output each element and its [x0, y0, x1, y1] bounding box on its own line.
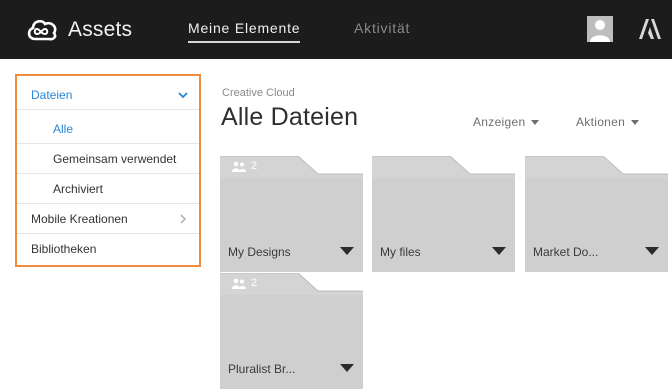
sidebar-item-mobile-kreationen[interactable]: Mobile Kreationen [17, 204, 199, 234]
anzeigen-button[interactable]: Anzeigen [473, 115, 540, 129]
folder-name[interactable]: My files [380, 245, 421, 259]
breadcrumb[interactable]: Creative Cloud [222, 87, 295, 99]
sidebar-item-label: Gemeinsam verwendet [53, 151, 177, 166]
folder-menu-icon[interactable] [340, 364, 354, 372]
folder-menu-icon[interactable] [645, 247, 659, 255]
folder-tab: 2 [220, 156, 363, 178]
sidebar-item-label: Alle [53, 121, 74, 136]
top-bar: Assets Meine Elemente Aktivität [0, 0, 672, 59]
shared-users-icon [232, 161, 246, 172]
folder-tab [525, 156, 668, 178]
anzeigen-label: Anzeigen [473, 115, 526, 129]
sidebar-item-label: Archiviert [53, 181, 104, 196]
app-title: Assets [68, 18, 133, 41]
folder-name[interactable]: Market Do... [533, 245, 598, 259]
tab-meine-elemente[interactable]: Meine Elemente [188, 20, 301, 43]
folder-menu-icon[interactable] [492, 247, 506, 255]
chevron-down-icon[interactable] [177, 90, 189, 100]
folder-name[interactable]: My Designs [228, 245, 291, 259]
sidebar-item-label: Dateien [31, 87, 73, 102]
shared-badge: 2 [232, 160, 257, 172]
sidebar-item-archiviert[interactable]: Archiviert [17, 174, 199, 204]
shared-badge: 2 [232, 277, 257, 289]
tab-aktivitaet[interactable]: Aktivität [354, 20, 410, 36]
aktionen-button[interactable]: Aktionen [576, 115, 640, 129]
sidebar-item-dateien[interactable]: Dateien [17, 80, 199, 110]
page-title: Alle Dateien [221, 103, 359, 131]
folder-body[interactable]: My files [372, 178, 515, 272]
sidebar-item-alle[interactable]: Alle [17, 114, 199, 144]
sidebar-nav: Dateien Alle Gemeinsam verwendet Archivi… [15, 74, 201, 267]
folder-body[interactable]: My Designs [220, 178, 363, 272]
folder-tab [372, 156, 515, 178]
caret-down-icon [531, 119, 540, 125]
shared-count: 2 [251, 160, 258, 172]
shared-users-icon [232, 278, 246, 289]
folder-card[interactable]: 2 Pluralist Br... [220, 273, 363, 389]
sidebar-item-label: Bibliotheken [31, 242, 97, 256]
adobe-logo-icon[interactable] [639, 19, 661, 39]
sidebar-item-bibliotheken[interactable]: Bibliotheken [17, 234, 199, 264]
folder-menu-icon[interactable] [340, 247, 354, 255]
folder-card[interactable]: 2 My Designs [220, 156, 363, 272]
user-avatar-icon[interactable] [587, 16, 613, 42]
creative-cloud-icon [27, 19, 57, 41]
aktionen-label: Aktionen [576, 115, 626, 129]
shared-count: 2 [251, 277, 258, 289]
folder-tab: 2 [220, 273, 363, 295]
folder-name[interactable]: Pluralist Br... [228, 362, 295, 376]
sidebar-item-label: Mobile Kreationen [31, 211, 128, 226]
brand[interactable]: Assets [25, 13, 132, 47]
sidebar-item-gemeinsam-verwendet[interactable]: Gemeinsam verwendet [17, 144, 199, 174]
caret-down-icon [631, 119, 640, 125]
folder-body[interactable]: Pluralist Br... [220, 295, 363, 389]
chevron-right-icon[interactable] [177, 214, 189, 224]
folder-card[interactable]: My files [372, 156, 515, 272]
folder-body[interactable]: Market Do... [525, 178, 668, 272]
folder-card[interactable]: Market Do... [525, 156, 668, 272]
